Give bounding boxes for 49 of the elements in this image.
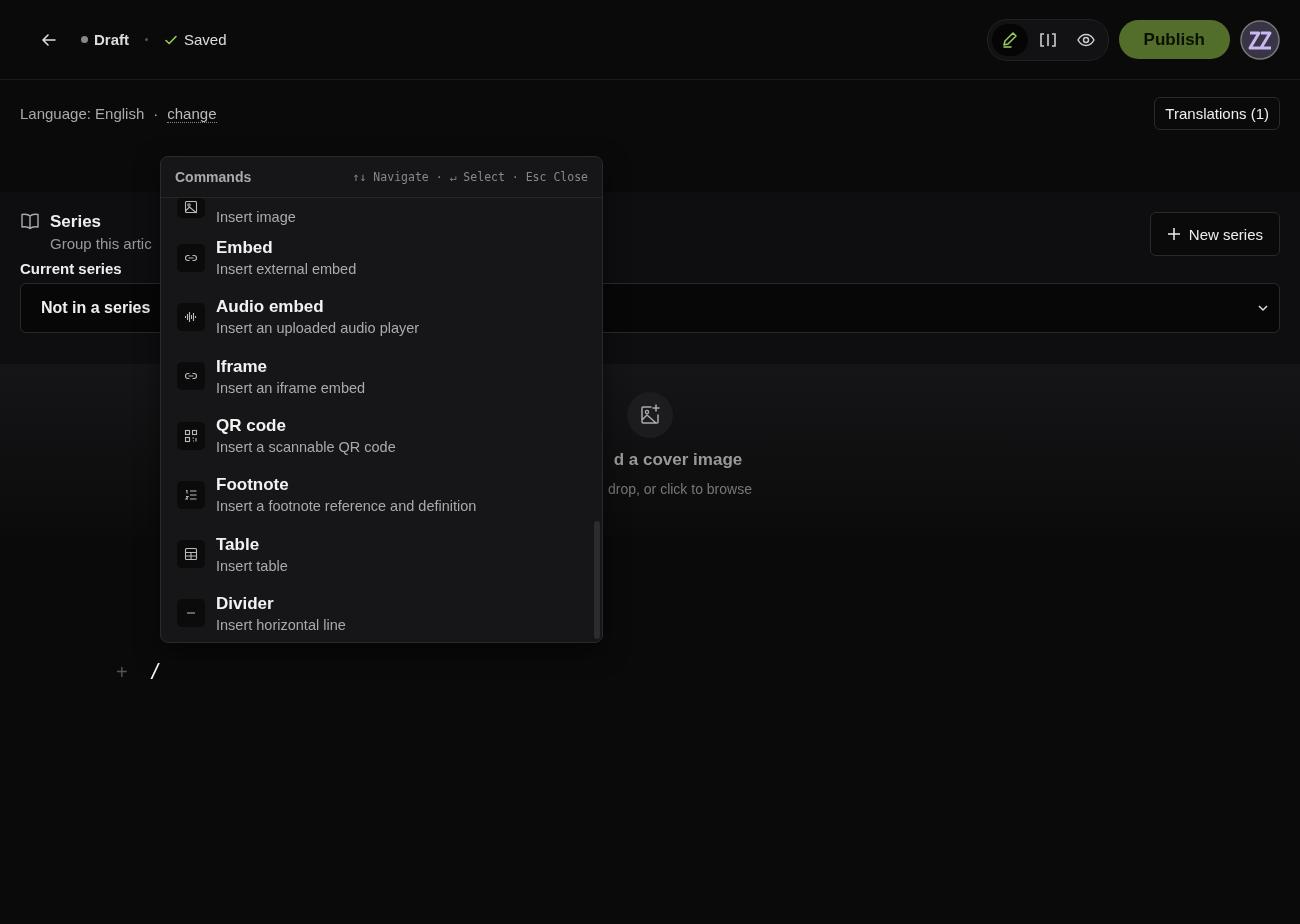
command-description: Insert a footnote reference and definition [216,498,477,515]
plus-icon [1166,227,1181,241]
save-status: Saved [184,31,227,48]
change-link[interactable]: change [167,104,217,123]
numbered-list-icon [177,480,205,509]
scrollbar-thumb[interactable] [594,521,600,639]
command-title: Embed [216,238,274,259]
command-description: Insert image [216,209,296,225]
link-icon [177,362,205,391]
cover-image-title: d a cover image [612,450,743,470]
series-description: Group this artic [50,235,152,252]
separator-dot [145,38,148,41]
status-label: Draft [94,31,129,48]
qr-code-icon [177,421,205,450]
add-image-icon [627,392,673,438]
command-title: QR code [216,416,287,437]
series-title: Series [50,212,103,232]
command-title: Divider [216,593,275,614]
command-item[interactable]: Divider Insert horizontal line [177,583,586,642]
image-icon [177,198,205,218]
book-icon [20,212,40,230]
command-description: Insert external embed [216,261,357,278]
keyboard-hint: ↑↓ Navigate · ↵ Select · Esc Close [352,170,588,184]
status-dot [81,36,88,43]
command-item[interactable]: Footnote Insert a footnote reference and definition [177,465,586,525]
link-icon [177,243,205,272]
current-series-label: Current series [20,260,122,277]
cover-image-hint: drop, or click to browse [607,481,752,497]
translations-button[interactable]: Translations (1) [1154,97,1280,130]
separator: · [153,104,159,123]
avatar-icon[interactable] [1240,19,1280,60]
command-title: Table [216,534,261,555]
command-description: Insert an iframe embed [216,379,366,396]
command-description: Insert horizontal line [216,616,346,633]
editor-text[interactable]: / [151,659,158,685]
command-title: Audio embed [216,297,325,318]
chevron-down-icon [1257,302,1269,314]
language-label: Language: English [20,104,145,123]
waveform-icon [177,302,205,331]
command-description: Insert a scannable QR code [216,439,396,456]
command-description: Insert table [216,557,288,574]
command-menu-title: Commands [175,169,252,185]
new-series-button[interactable]: New series [1149,212,1280,256]
command-title: Footnote [216,475,290,496]
command-item[interactable]: Insert image [177,198,586,228]
back-arrow-icon[interactable] [41,31,57,48]
table-icon [177,540,205,569]
edit-mode-button[interactable] [991,23,1028,56]
command-item[interactable]: QR code Insert a scannable QR code [177,405,586,466]
